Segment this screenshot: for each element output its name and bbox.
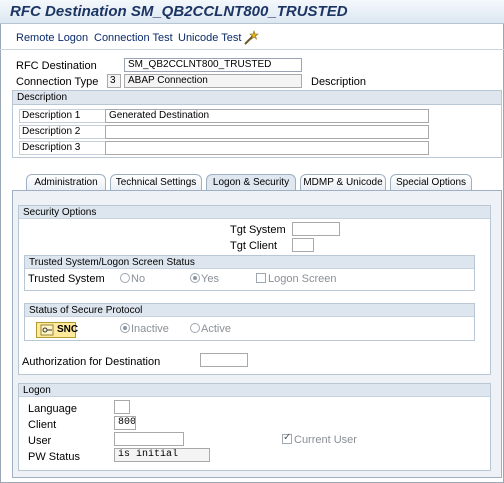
rfc-destination-field[interactable]: SM_QB2CCLNT800_TRUSTED <box>124 58 302 72</box>
pw-status-label: PW Status <box>28 451 80 463</box>
logon-group: Logon <box>18 383 491 471</box>
trusted-yes-radio[interactable] <box>190 273 200 283</box>
description-2-label: Description 2 <box>19 125 113 139</box>
authorization-field[interactable] <box>200 353 248 367</box>
connection-test-button[interactable]: Connection Test <box>94 32 173 44</box>
user-label: User <box>28 435 52 447</box>
snc-active-radio[interactable] <box>190 323 200 333</box>
logon-screen-checkbox[interactable] <box>256 273 266 283</box>
connection-type-code[interactable]: 3 <box>107 74 121 88</box>
snc-button[interactable]: SNC <box>36 322 79 338</box>
window-title: RFC Destination SM_QB2CCLNT800_TRUSTED <box>10 3 348 20</box>
description-group: Description Description 1 Generated Dest… <box>12 90 502 158</box>
snc-label: SNC <box>57 324 79 335</box>
secure-protocol-group: Status of Secure Protocol <box>24 303 475 341</box>
description-3-field[interactable] <box>105 141 429 155</box>
logon-heading: Logon <box>19 384 490 397</box>
user-field[interactable] <box>114 432 184 446</box>
tgt-client-label: Tgt Client <box>230 240 278 252</box>
tab-logon-security[interactable]: Logon & Security <box>206 174 296 191</box>
description-label: Description <box>311 76 367 88</box>
trusted-system-heading: Trusted System/Logon Screen Status <box>25 256 474 269</box>
trusted-system-label: Trusted System <box>28 273 105 285</box>
current-user-checkbox[interactable] <box>282 432 292 444</box>
snc-active-label: Active <box>201 323 231 335</box>
description-1-label: Description 1 <box>19 109 113 123</box>
secure-protocol-heading: Status of Secure Protocol <box>25 304 474 317</box>
tab-special-options[interactable]: Special Options <box>390 174 472 191</box>
application-toolbar: Remote Logon Connection Test Unicode Tes… <box>0 28 504 50</box>
snc-key-icon <box>40 324 54 336</box>
connection-type-field: ABAP Connection <box>124 74 302 88</box>
logon-screen-label: Logon Screen <box>268 273 337 285</box>
pw-status-field: is initial <box>114 448 210 462</box>
magic-wand-icon[interactable] <box>242 30 260 46</box>
trusted-no-radio[interactable] <box>120 273 130 283</box>
language-label: Language <box>28 403 77 415</box>
description-heading: Description <box>13 91 501 105</box>
client-field[interactable]: 800 <box>114 416 136 430</box>
title-bar: RFC Destination SM_QB2CCLNT800_TRUSTED <box>0 0 504 24</box>
tgt-system-field[interactable] <box>292 222 340 236</box>
description-2-field[interactable] <box>105 125 429 139</box>
security-options-heading: Security Options <box>19 206 490 219</box>
tgt-system-label: Tgt System <box>230 224 286 236</box>
snc-inactive-radio[interactable] <box>120 323 130 333</box>
description-3-label: Description 3 <box>19 141 113 155</box>
rfc-destination-label: RFC Destination <box>16 60 97 72</box>
authorization-label: Authorization for Destination <box>22 356 161 368</box>
current-user-label: Current User <box>294 434 357 446</box>
trusted-yes-label: Yes <box>201 273 219 285</box>
description-1-field[interactable]: Generated Destination <box>105 109 429 123</box>
unicode-test-button[interactable]: Unicode Test <box>178 32 241 44</box>
connection-type-label: Connection Type <box>16 76 99 88</box>
client-label: Client <box>28 419 57 431</box>
remote-logon-button[interactable]: Remote Logon <box>16 32 88 44</box>
trusted-no-label: No <box>131 273 146 285</box>
tab-technical-settings[interactable]: Technical Settings <box>110 174 202 191</box>
tab-administration[interactable]: Administration <box>26 174 106 191</box>
snc-inactive-label: Inactive <box>131 323 169 335</box>
tab-mdmp-unicode[interactable]: MDMP & Unicode <box>300 174 386 191</box>
tgt-client-field[interactable] <box>292 238 314 252</box>
language-field[interactable] <box>114 400 130 414</box>
